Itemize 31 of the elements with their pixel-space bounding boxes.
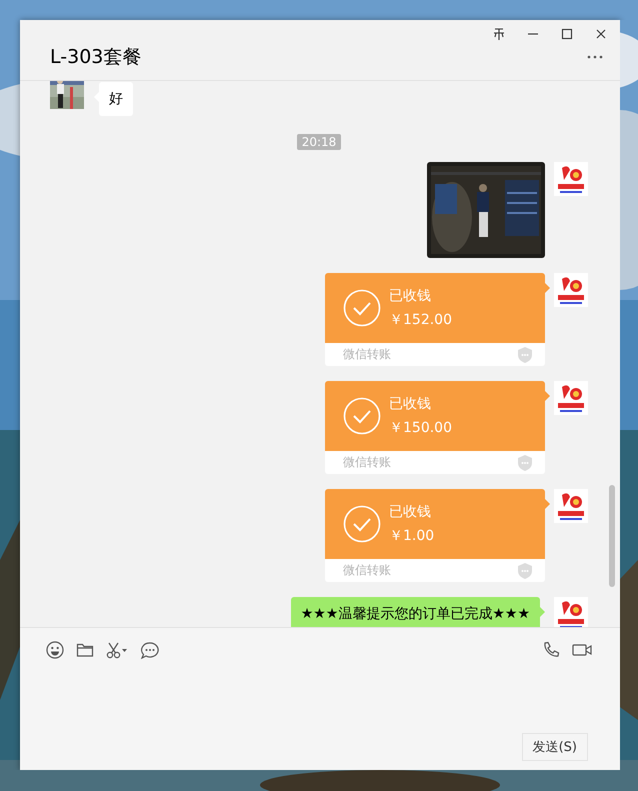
timestamp: 20:18 <box>296 134 342 150</box>
check-circle-icon <box>343 397 381 435</box>
send-button[interactable]: 发送(S) <box>522 733 588 761</box>
close-icon <box>594 27 608 41</box>
smiley-icon <box>46 641 64 659</box>
transfer-status: 已收钱 <box>389 395 432 413</box>
transfer-amount: ￥150.00 <box>389 419 452 437</box>
emoji-button[interactable] <box>44 639 66 661</box>
transfer-label: 微信转账 <box>343 454 391 471</box>
maximize-icon <box>560 27 574 41</box>
chat-title: L-303套餐 <box>50 45 142 70</box>
scissors-icon <box>106 641 128 659</box>
transfer-card[interactable]: 已收钱 ￥152.00 <box>325 273 545 343</box>
pin-icon <box>492 27 506 41</box>
transfer-label: 微信转账 <box>343 346 391 363</box>
check-circle-icon <box>343 289 381 327</box>
transfer-card[interactable]: 已收钱 ￥1.00 <box>325 489 545 559</box>
check-circle-icon <box>343 505 381 543</box>
shield-icon <box>517 562 533 580</box>
transfer-amount: ￥1.00 <box>389 527 434 545</box>
transfer-amount: ￥152.00 <box>389 311 452 329</box>
scrollbar[interactable] <box>609 485 615 587</box>
shield-icon <box>517 454 533 472</box>
phone-icon <box>542 641 560 659</box>
shield-icon <box>517 346 533 364</box>
transfer-label: 微信转账 <box>343 562 391 579</box>
transfer-status: 已收钱 <box>389 503 432 521</box>
speech-bubble-icon <box>140 641 160 659</box>
folder-icon <box>76 641 94 659</box>
transfer-card[interactable]: 已收钱 ￥150.00 <box>325 381 545 451</box>
transfer-status: 已收钱 <box>389 287 432 305</box>
